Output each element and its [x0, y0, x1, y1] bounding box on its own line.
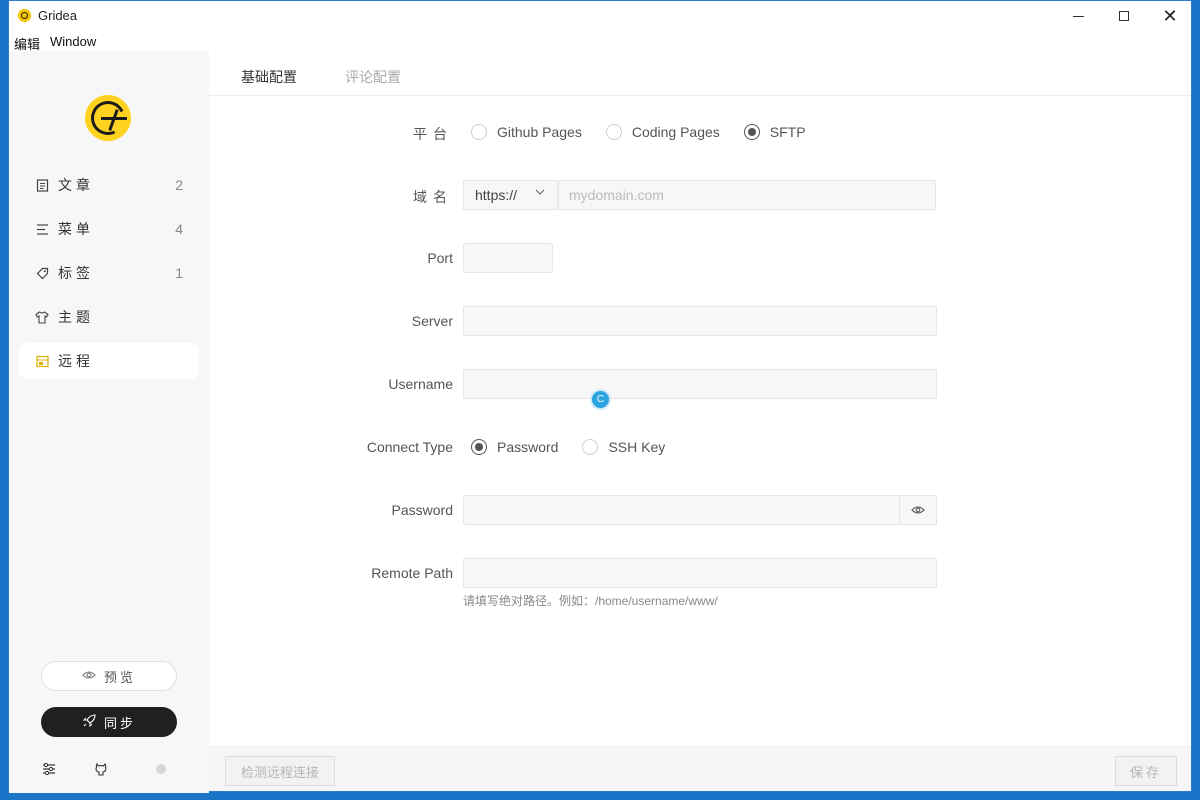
gridea-logo: [85, 95, 131, 141]
remote-path-input[interactable]: [463, 558, 937, 588]
chevron-down-icon: [535, 187, 545, 200]
sidebar-item-count: 1: [175, 265, 183, 281]
username-label: Username: [388, 376, 453, 392]
remote-path-label: Remote Path: [371, 565, 453, 581]
sidebar-item-label: 远程: [58, 353, 94, 369]
protocol-value: https://: [475, 187, 518, 203]
sidebar-item-remote[interactable]: 远程: [19, 343, 199, 379]
settings-sliders-icon[interactable]: [40, 760, 58, 778]
save-button[interactable]: 保存: [1115, 756, 1177, 786]
app-window: Gridea ✕ 编辑 Window 文章 2 菜单 4 标签 1 主题 远程 …: [8, 0, 1192, 793]
menu-bar: 编辑 Window: [9, 31, 1191, 52]
sidebar: 文章 2 菜单 4 标签 1 主题 远程 预览 同步: [9, 51, 209, 793]
document-icon: [35, 178, 49, 192]
tab-comment-config[interactable]: 评论配置: [345, 67, 401, 87]
radio-label: Coding Pages: [631, 124, 720, 140]
main-panel: 基础配置 评论配置 平台 Github Pages Coding Pages S…: [209, 51, 1191, 791]
connect-type-label: Connect Type: [366, 439, 453, 455]
radio-sftp[interactable]: [743, 124, 760, 140]
radio-label: Github Pages: [497, 124, 582, 140]
radio-ssh-key[interactable]: [582, 439, 599, 455]
shirt-icon: [35, 310, 49, 324]
maximize-button[interactable]: [1101, 1, 1147, 31]
domain-input[interactable]: mydomain.com: [558, 180, 936, 210]
sidebar-item-menus[interactable]: 菜单 4: [19, 211, 199, 247]
sidebar-item-count: 4: [175, 221, 183, 237]
rocket-icon: [82, 713, 96, 731]
remote-path-hint: 请填写绝对路径。例如：/home/username/www/: [463, 594, 718, 608]
radio-label: SFTP: [769, 124, 806, 140]
port-input[interactable]: [463, 243, 553, 273]
preview-label: 预览: [103, 669, 136, 685]
sidebar-item-themes[interactable]: 主题: [19, 299, 199, 335]
maximize-icon: [1119, 11, 1129, 21]
radio-coding-pages[interactable]: [605, 124, 622, 140]
password-input[interactable]: [463, 495, 900, 525]
remote-icon: [35, 354, 49, 368]
tab-basic-config[interactable]: 基础配置: [241, 67, 297, 87]
status-dot: [156, 764, 166, 774]
sidebar-item-label: 主题: [58, 309, 94, 325]
bottom-action-bar: 检测远程连接 保存: [209, 746, 1191, 791]
sidebar-item-label: 标签: [58, 265, 94, 281]
tag-icon: [35, 266, 49, 280]
app-logo-icon: [18, 9, 31, 22]
close-button[interactable]: ✕: [1147, 1, 1193, 31]
eye-icon: [911, 506, 925, 514]
port-label: Port: [427, 250, 453, 266]
radio-github-pages[interactable]: [471, 124, 487, 140]
window-title: Gridea: [38, 8, 78, 23]
domain-label: 域名: [413, 189, 453, 205]
radio-password[interactable]: [471, 439, 487, 455]
username-input[interactable]: [463, 369, 937, 399]
platform-radio-group: Github Pages Coding Pages SFTP: [471, 124, 830, 140]
server-label: Server: [411, 313, 453, 329]
check-connection-button[interactable]: 检测远程连接: [225, 756, 335, 786]
preview-button[interactable]: 预览: [41, 661, 177, 691]
menu-window[interactable]: Window: [50, 34, 96, 49]
connect-type-radio-group: Password SSH Key: [471, 439, 689, 455]
protocol-select[interactable]: https://: [463, 180, 558, 210]
radio-label: Password: [497, 439, 559, 455]
mouse-cursor-icon: C: [592, 391, 609, 408]
sidebar-item-tags[interactable]: 标签 1: [19, 255, 199, 291]
sidebar-item-count: 2: [175, 177, 183, 193]
tab-bar: 基础配置 评论配置: [209, 51, 1191, 96]
platform-label: 平台: [413, 126, 453, 142]
sync-label: 同步: [103, 715, 136, 731]
sync-button[interactable]: 同步: [41, 707, 177, 737]
password-label: Password: [391, 502, 453, 518]
minimize-button[interactable]: [1055, 1, 1101, 31]
toggle-password-visibility-button[interactable]: [899, 495, 937, 525]
domain-placeholder: mydomain.com: [569, 187, 664, 203]
title-bar: Gridea ✕: [9, 1, 1191, 31]
github-icon[interactable]: [92, 760, 110, 778]
sidebar-item-label: 菜单: [58, 221, 94, 237]
minimize-icon: [1072, 15, 1084, 17]
eye-icon: [82, 669, 96, 683]
radio-label: SSH Key: [608, 439, 666, 455]
server-input[interactable]: [463, 306, 937, 336]
menu-icon: [35, 222, 49, 236]
sidebar-item-articles[interactable]: 文章 2: [19, 167, 199, 203]
sidebar-item-label: 文章: [58, 177, 94, 193]
